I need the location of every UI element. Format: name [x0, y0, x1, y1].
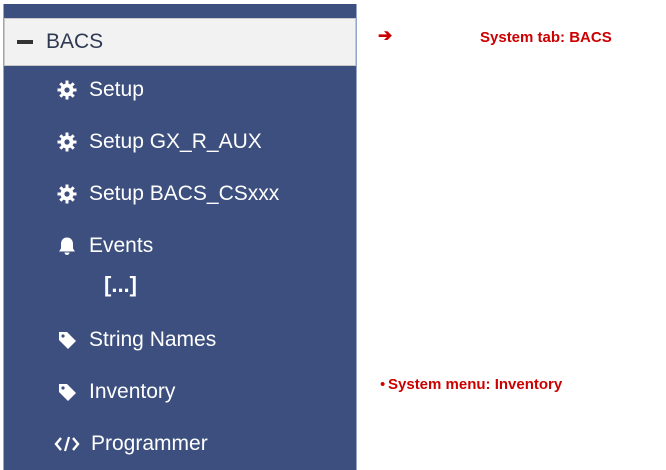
menu-item-setup-bacs-csxxx[interactable]: Setup BACS_CSxxx	[4, 172, 356, 216]
menu-item-label: Setup BACS_CSxxx	[89, 182, 280, 205]
gear-icon	[55, 182, 79, 206]
tag-icon	[55, 380, 79, 404]
gear-icon	[55, 78, 79, 102]
bell-icon	[55, 234, 79, 258]
menu-item-string-names[interactable]: String Names	[4, 318, 356, 362]
menu-item-label: Setup GX_R_AUX	[89, 130, 262, 153]
code-icon	[53, 432, 81, 456]
sidebar-menu: BACS Setup Setup GX_R_AUX Setup BACS_CSx…	[4, 4, 356, 470]
collapsed-items-ellipsis: [...]	[104, 272, 137, 297]
menu-item-setup-gx-r-aux[interactable]: Setup GX_R_AUX	[4, 120, 356, 164]
system-tab-bacs[interactable]: BACS	[4, 18, 356, 66]
tag-icon	[55, 328, 79, 352]
arrow-icon: ➔	[378, 26, 393, 45]
menu-item-events[interactable]: Events	[4, 224, 356, 268]
menu-item-label: Setup	[89, 78, 144, 101]
menu-item-label: String Names	[89, 328, 217, 351]
menu-item-label: Inventory	[89, 380, 176, 403]
gear-icon	[55, 130, 79, 154]
menu-item-setup[interactable]: Setup	[4, 68, 356, 112]
bullet-icon: •	[380, 376, 386, 393]
minus-icon[interactable]	[17, 40, 33, 44]
menu-item-label: Programmer	[91, 432, 208, 455]
annotation-system-menu: System menu: Inventory	[388, 376, 563, 393]
menu-item-inventory[interactable]: Inventory	[4, 370, 356, 414]
annotation-system-tab: System tab: BACS	[480, 29, 612, 46]
menu-item-label: Events	[89, 234, 154, 257]
menu-item-programmer[interactable]: Programmer	[4, 422, 356, 466]
system-tab-label: BACS	[46, 30, 104, 53]
